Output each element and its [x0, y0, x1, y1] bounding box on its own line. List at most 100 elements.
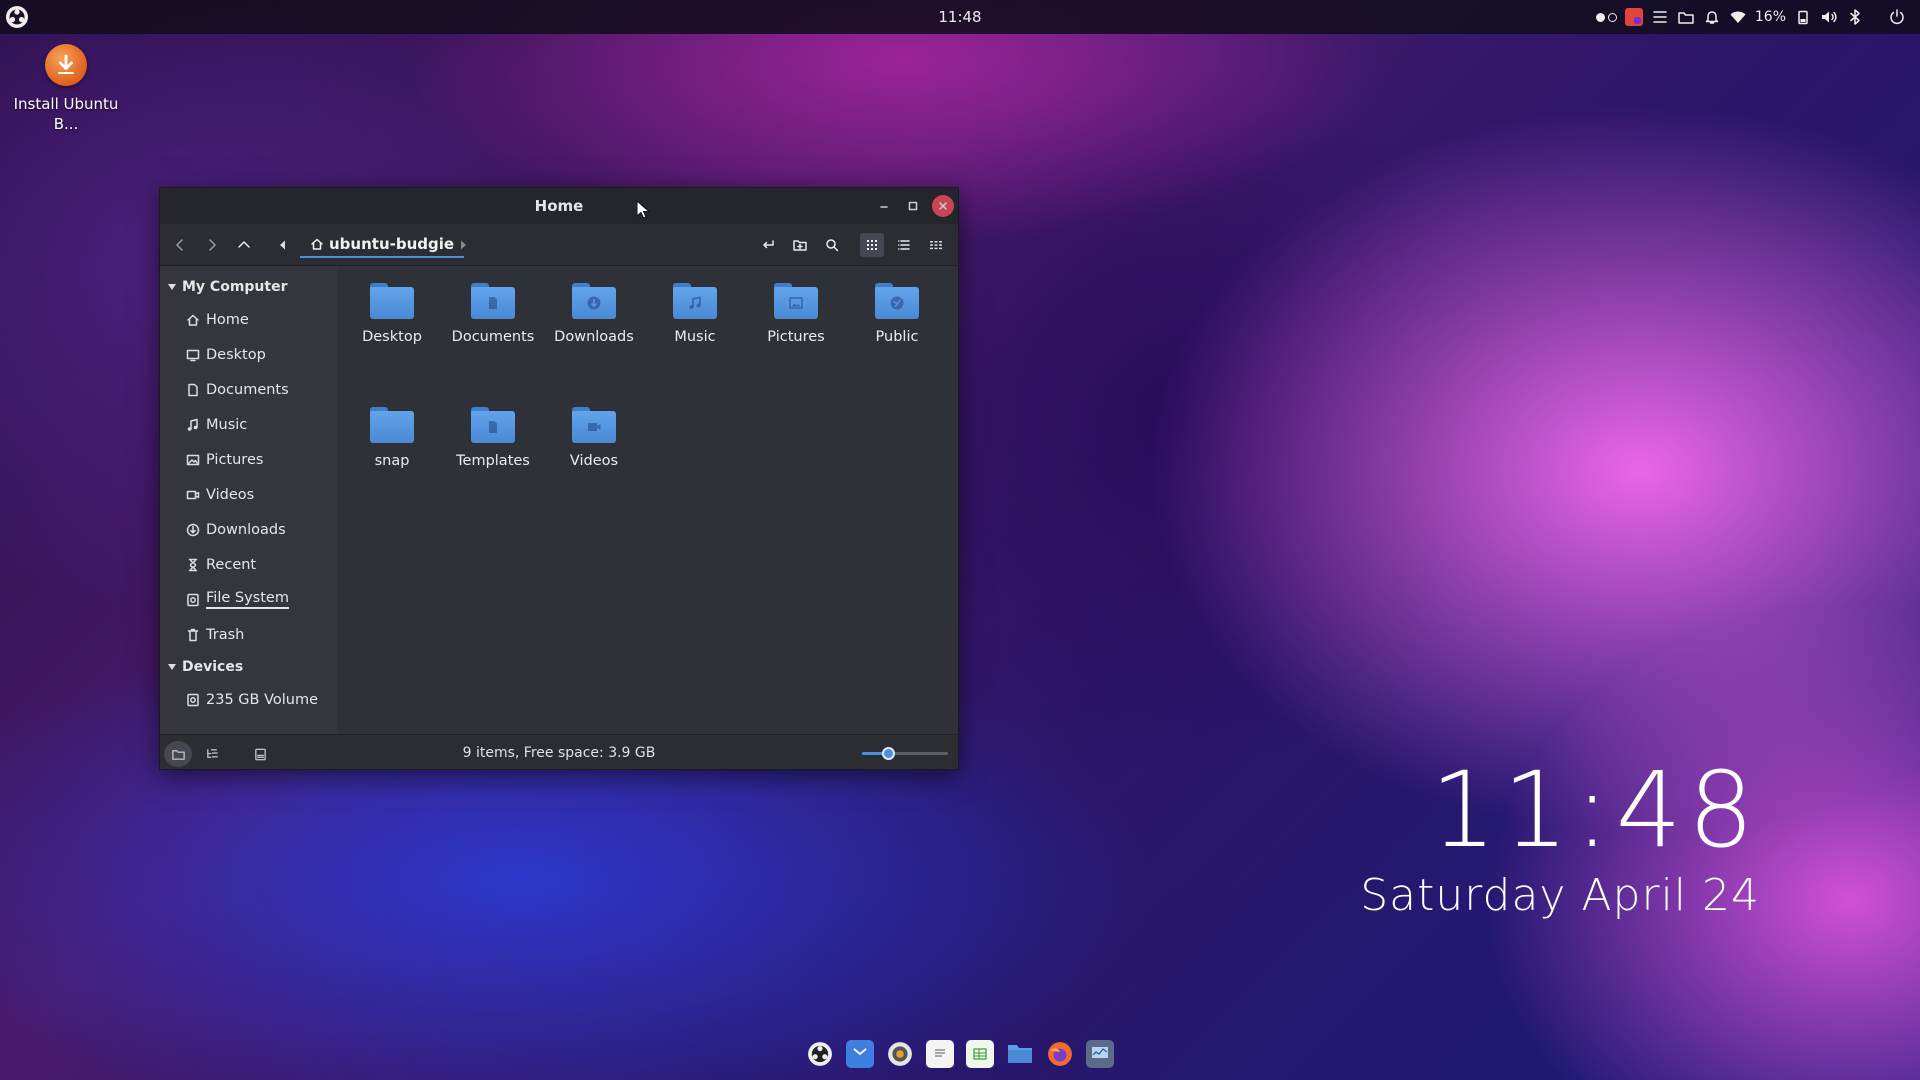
expander-icon	[168, 284, 176, 290]
sidebar-item-label: Desktop	[206, 346, 266, 363]
hamburger-icon[interactable]	[1651, 8, 1669, 26]
titlebar[interactable]: Home	[160, 188, 958, 224]
folder-snap-icon	[370, 405, 414, 443]
folder-public-icon	[875, 281, 919, 319]
desktop-clock-time: 11:48	[1430, 749, 1760, 871]
sidebar-item-documents[interactable]: Documents	[160, 372, 337, 407]
text-editor-icon[interactable]	[926, 1040, 954, 1068]
breadcrumb-home[interactable]: ubuntu-budgie	[300, 232, 465, 258]
top-panel: 11:48 16%	[0, 0, 1920, 34]
triangle-left-icon	[280, 240, 285, 250]
maximize-button[interactable]	[902, 195, 924, 217]
folder-downloads-icon	[572, 281, 616, 319]
folder-item[interactable]: snap	[342, 405, 442, 469]
sidebar-item-volume[interactable]: 235 GB Volume	[160, 682, 337, 717]
spreadsheet-icon[interactable]	[966, 1040, 994, 1068]
folder-videos-icon	[572, 405, 616, 443]
sidebar-item-label: Trash	[206, 626, 245, 643]
location-entry-icon	[763, 240, 774, 249]
budgie-icon[interactable]	[806, 1040, 834, 1068]
search-button[interactable]	[820, 233, 844, 257]
drive-icon	[187, 693, 199, 706]
new-folder-button[interactable]	[788, 233, 812, 257]
chevron-up-icon	[238, 241, 250, 248]
zoom-slider-handle[interactable]	[881, 747, 895, 760]
compact-grid-icon	[930, 241, 942, 250]
folder-music-icon	[673, 281, 717, 319]
zoom-slider[interactable]	[862, 747, 948, 760]
compact-view-button[interactable]	[924, 233, 948, 257]
video-icon	[186, 490, 200, 499]
workspace-dots-icon[interactable]	[1595, 12, 1617, 22]
install-label: Install Ubuntu B...	[13, 95, 119, 133]
sidebar-item-label: Recent	[206, 556, 257, 573]
folder-item[interactable]: Music	[645, 281, 745, 345]
section-my-computer[interactable]: My Computer	[160, 272, 337, 302]
sidebar-item-downloads[interactable]: Downloads	[160, 512, 337, 547]
sidebar-item-label: File System	[206, 590, 289, 609]
desktop-clock-widget: 11:48 Saturday April 24	[1360, 750, 1760, 922]
folder-item[interactable]: Videos	[544, 405, 644, 469]
sidebar-item-desktop[interactable]: Desktop	[160, 337, 337, 372]
sidebar-item-home[interactable]: Home	[160, 302, 337, 337]
expander-icon	[168, 664, 176, 670]
sidebar-item-label: Videos	[206, 486, 255, 503]
sidebar-item-label: Documents	[206, 381, 289, 398]
back-button[interactable]	[168, 233, 192, 257]
folder-item[interactable]: Public	[847, 281, 947, 345]
sidebar-item-pictures[interactable]: Pictures	[160, 442, 337, 477]
breadcrumb-left-button[interactable]	[271, 233, 295, 257]
download-icon	[186, 523, 200, 536]
list-view-button[interactable]	[892, 233, 916, 257]
folder-item[interactable]: Pictures	[746, 281, 846, 345]
install-ubuntu-launcher[interactable]: Install Ubuntu B...	[10, 44, 122, 134]
hourglass-icon	[188, 558, 198, 571]
toggle-location-button[interactable]	[756, 233, 780, 257]
trash-icon	[187, 628, 199, 641]
settings-icon[interactable]	[886, 1040, 914, 1068]
battery-percent[interactable]: 16%	[1755, 9, 1786, 25]
minimize-button[interactable]	[873, 195, 895, 217]
folder-item[interactable]: Downloads	[544, 281, 644, 345]
forward-button[interactable]	[200, 233, 224, 257]
folder-item[interactable]: Desktop	[342, 281, 442, 345]
folder-item[interactable]: Documents	[443, 281, 543, 345]
folder-label: Music	[674, 329, 716, 345]
sidebar: My Computer Home Desktop Documents Music…	[160, 266, 337, 734]
sidebar-item-recent[interactable]: Recent	[160, 547, 337, 582]
folder-desktop-icon	[370, 281, 414, 319]
mail-icon[interactable]	[846, 1040, 874, 1068]
close-button[interactable]	[932, 195, 954, 217]
files-icon[interactable]	[1006, 1040, 1034, 1068]
system-monitor-icon[interactable]	[1086, 1040, 1114, 1068]
sidebar-item-label: Downloads	[206, 521, 286, 538]
dock	[0, 1040, 1920, 1076]
wifi-icon[interactable]	[1729, 8, 1747, 26]
toolbar: ubuntu-budgie	[160, 224, 958, 266]
list-icon	[898, 240, 910, 250]
sidebar-item-file-system[interactable]: File System	[160, 582, 337, 617]
close-icon	[939, 202, 947, 210]
folder-item[interactable]: Templates	[443, 405, 543, 469]
folder-icon[interactable]	[1677, 8, 1695, 26]
section-devices[interactable]: Devices	[160, 652, 337, 682]
section-label: My Computer	[182, 279, 288, 295]
icon-view-button[interactable]	[860, 233, 884, 257]
folder-label: Public	[875, 329, 919, 345]
app-indicator-icon[interactable]	[1624, 8, 1643, 26]
sidebar-item-music[interactable]: Music	[160, 407, 337, 442]
firefox-icon[interactable]	[1046, 1040, 1074, 1068]
sidebar-item-trash[interactable]: Trash	[160, 617, 337, 652]
battery-icon[interactable]	[1794, 8, 1812, 26]
statusbar: 9 items, Free space: 3.9 GB	[160, 734, 958, 769]
sidebar-item-videos[interactable]: Videos	[160, 477, 337, 512]
sidebar-item-label: Pictures	[206, 451, 264, 468]
chevron-left-icon	[176, 239, 183, 251]
bluetooth-icon[interactable]	[1846, 8, 1864, 26]
up-button[interactable]	[232, 233, 256, 257]
bell-icon[interactable]	[1703, 8, 1721, 26]
power-icon[interactable]	[1888, 8, 1906, 26]
volume-icon[interactable]	[1820, 8, 1838, 26]
breadcrumb-right-button[interactable]	[451, 233, 475, 257]
status-text: 9 items, Free space: 3.9 GB	[462, 745, 656, 761]
